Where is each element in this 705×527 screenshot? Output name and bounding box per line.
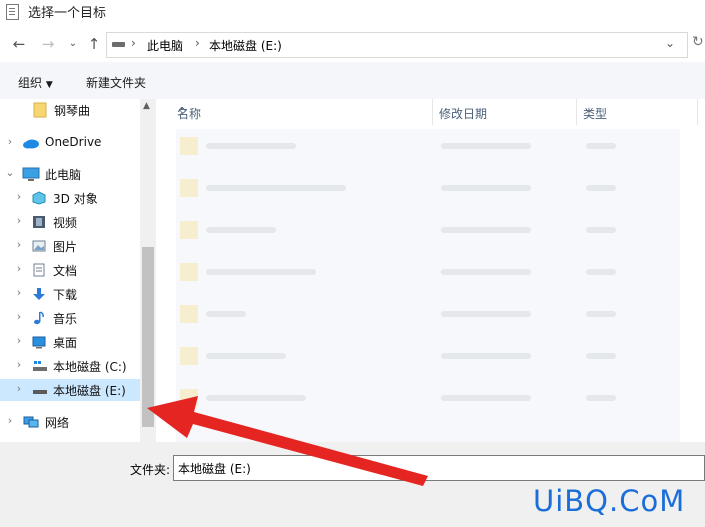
red-arrow-annotation — [147, 396, 428, 486]
watermark-logo: UiBQ.CoM — [533, 484, 686, 518]
